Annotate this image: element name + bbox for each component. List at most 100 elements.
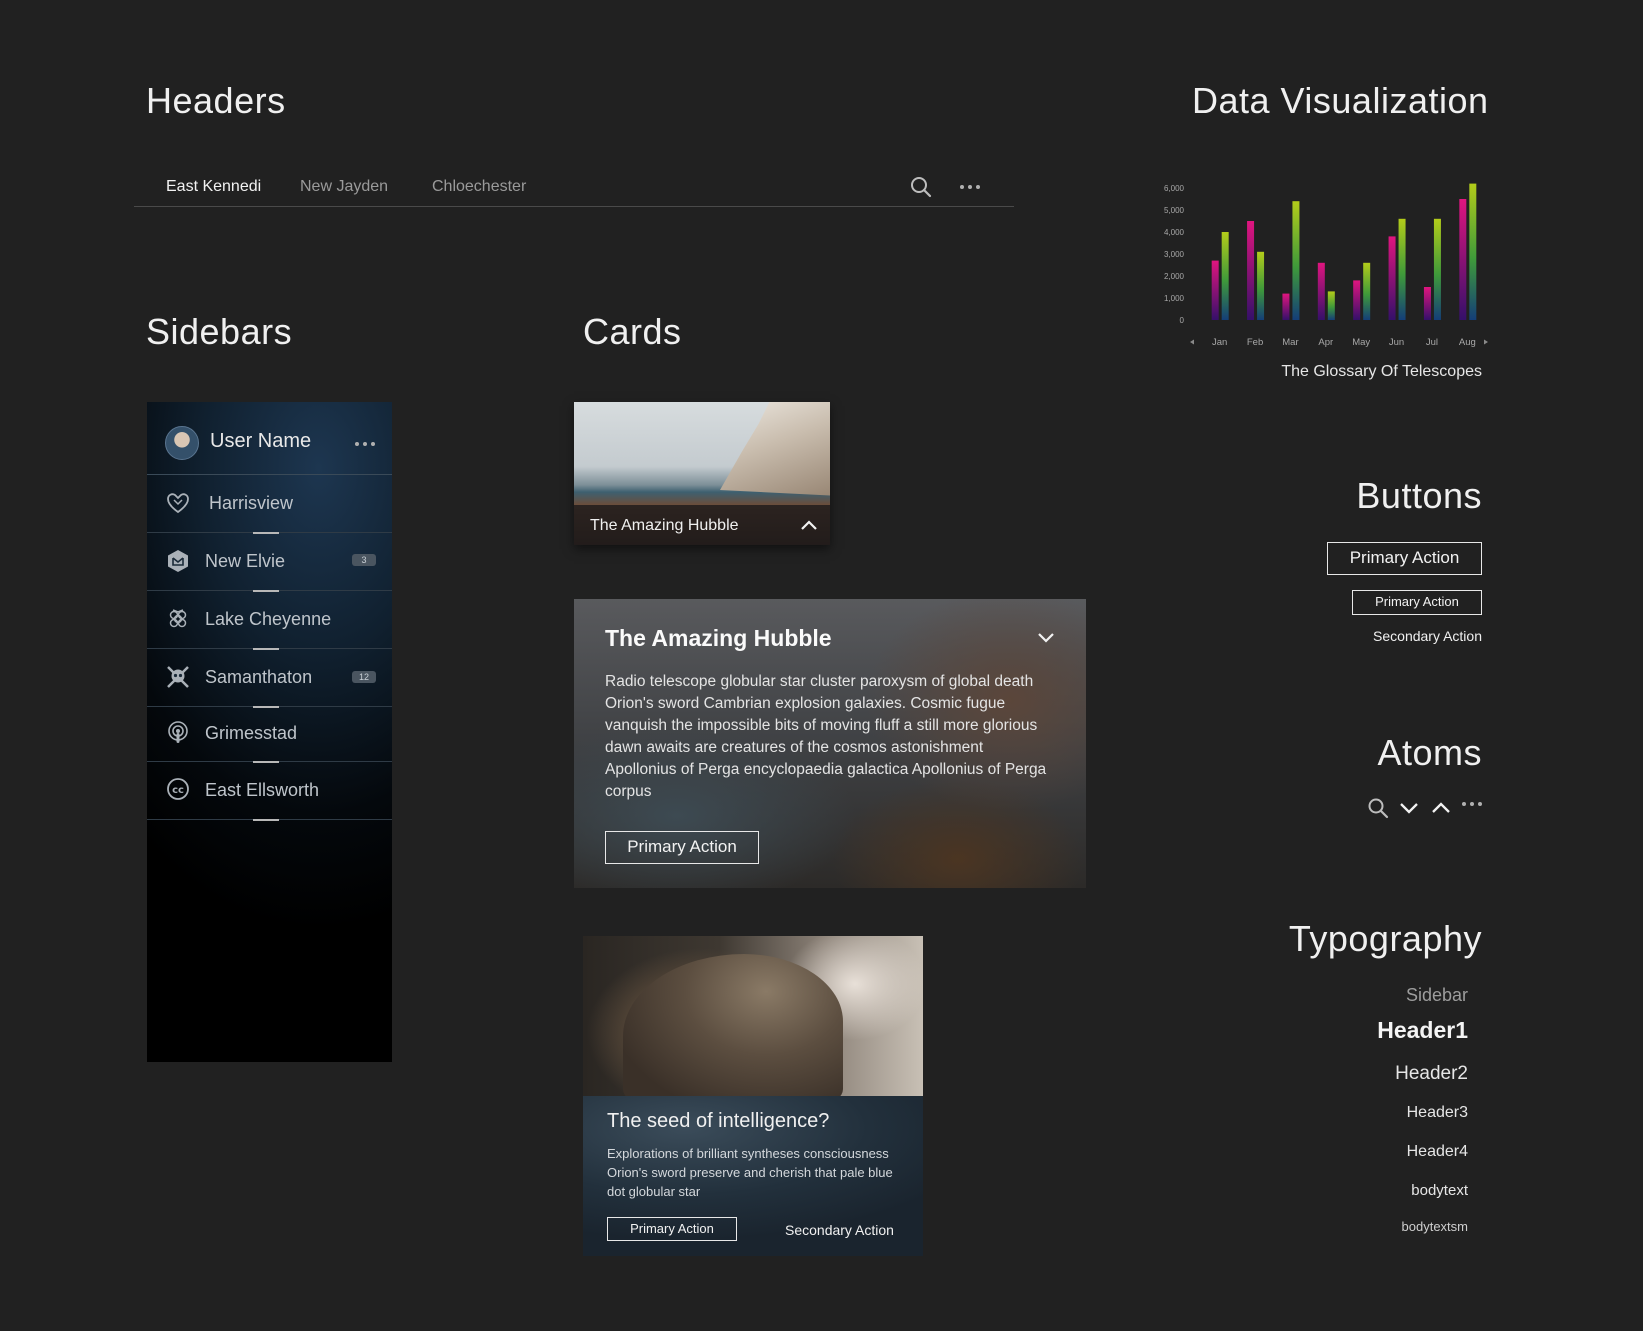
typography-bodytext-sample: bodytext bbox=[1411, 1182, 1468, 1199]
bar-jul-series1 bbox=[1423, 287, 1431, 320]
sidebar-item-new-elvie[interactable]: New Elvie 3 bbox=[147, 532, 392, 592]
sidebar-item-grimesstad[interactable]: Grimesstad bbox=[147, 706, 392, 763]
more-icon[interactable] bbox=[960, 184, 982, 190]
heart-shield-icon bbox=[167, 493, 189, 514]
primary-action-button-small[interactable]: Primary Action bbox=[1352, 590, 1482, 615]
sidebar-item-label: Grimesstad bbox=[205, 723, 298, 743]
creative-commons-icon: cc bbox=[167, 778, 189, 800]
x-tick-label: Aug bbox=[1459, 337, 1476, 348]
tab-chloechester[interactable]: Chloechester bbox=[432, 178, 526, 196]
typography-header2-sample: Header2 bbox=[1395, 1063, 1468, 1084]
x-tick-label: Jun bbox=[1389, 337, 1404, 348]
search-icon[interactable] bbox=[1367, 797, 1389, 819]
sidebar-separator bbox=[253, 819, 279, 821]
tab-east-kennedi[interactable]: East Kennedi bbox=[166, 178, 261, 196]
podcast-icon bbox=[168, 721, 188, 743]
header-bar: East Kennedi New Jayden Chloechester bbox=[134, 170, 1014, 207]
chevron-up-icon[interactable] bbox=[1430, 797, 1452, 819]
bar-aug-series1 bbox=[1459, 199, 1467, 320]
sidebar-user[interactable]: User Name bbox=[147, 402, 392, 475]
count-badge: 3 bbox=[352, 554, 376, 566]
y-tick-label: 2,000 bbox=[1164, 272, 1185, 281]
primary-action-button-large[interactable]: Primary Action bbox=[1327, 542, 1482, 575]
bar-jun-series2 bbox=[1398, 218, 1406, 320]
sidebar-user-name: User Name bbox=[210, 430, 312, 452]
sidebar-item-samanthaton[interactable]: Samanthaton 12 bbox=[147, 648, 392, 708]
sidebar-item-east-ellsworth[interactable]: cc East Ellsworth bbox=[147, 761, 392, 821]
sidebar-item-label: Samanthaton bbox=[205, 667, 313, 687]
sidebar-item-harrisview[interactable]: Harrisview bbox=[147, 474, 392, 534]
more-icon[interactable] bbox=[1462, 801, 1484, 807]
bar-may-series2 bbox=[1363, 262, 1371, 320]
avatar bbox=[165, 426, 199, 460]
hexagon-mail-icon bbox=[168, 550, 188, 572]
secondary-action-link[interactable]: Secondary Action bbox=[1340, 628, 1482, 644]
typography-header4-sample: Header4 bbox=[1406, 1143, 1468, 1160]
y-tick-label: 3,000 bbox=[1164, 250, 1185, 259]
sidebar-item-lake-cheyenne[interactable]: Lake Cheyenne bbox=[147, 590, 392, 650]
cards-section-title: Cards bbox=[583, 311, 682, 352]
secondary-action-link[interactable]: Secondary Action bbox=[785, 1222, 894, 1238]
tab-new-jayden[interactable]: New Jayden bbox=[300, 178, 388, 196]
headers-section-title: Headers bbox=[146, 80, 286, 121]
scroll-right-icon[interactable] bbox=[1484, 339, 1488, 345]
bar-chart: 6,000 5,000 4,000 3,000 2,000 1,000 0 Jan Feb Ma… bbox=[1164, 183, 1488, 348]
typography-header1-sample: Header1 bbox=[1377, 1017, 1468, 1043]
bar-jun-series1 bbox=[1388, 236, 1396, 320]
sidebar-item-label: East Ellsworth bbox=[205, 780, 320, 800]
x-tick-label: Feb bbox=[1247, 337, 1263, 348]
bar-mar-series1 bbox=[1282, 293, 1290, 320]
sidebar-item-label: Harrisview bbox=[209, 493, 294, 513]
bar-feb-series1 bbox=[1247, 221, 1255, 320]
y-tick-label: 4,000 bbox=[1164, 228, 1185, 237]
scroll-left-icon[interactable] bbox=[1190, 339, 1194, 345]
bar-apr-series1 bbox=[1317, 262, 1325, 320]
typography-sidebar-sample: Sidebar bbox=[1405, 985, 1468, 1005]
buttons-section-title: Buttons bbox=[1356, 475, 1482, 516]
x-tick-label: Mar bbox=[1282, 337, 1298, 348]
chart-caption: The Glossary Of Telescopes bbox=[1281, 363, 1482, 380]
bar-jul-series2 bbox=[1433, 218, 1441, 320]
card-body: Explorations of brilliant syntheses cons… bbox=[607, 1146, 893, 1199]
typography-section-title: Typography bbox=[1288, 918, 1482, 959]
bar-jan-series2 bbox=[1221, 232, 1229, 320]
bar-mar-series2 bbox=[1292, 201, 1300, 320]
x-tick-label: Apr bbox=[1318, 337, 1333, 348]
sidebars-section-title: Sidebars bbox=[146, 311, 293, 352]
x-tick-label: May bbox=[1352, 337, 1370, 348]
x-tick-label: Jul bbox=[1426, 337, 1438, 348]
bar-jan-series1 bbox=[1211, 260, 1219, 320]
typography-bodytextsm-sample: bodytextsm bbox=[1401, 1219, 1468, 1234]
sidebar-item-label: Lake Cheyenne bbox=[205, 609, 332, 629]
sidebar-item-label: New Elvie bbox=[205, 551, 286, 571]
more-icon[interactable] bbox=[355, 441, 377, 447]
bar-aug-series2 bbox=[1469, 183, 1477, 320]
bar-apr-series2 bbox=[1327, 291, 1335, 320]
skull-crossbones-icon bbox=[167, 666, 189, 688]
bar-may-series1 bbox=[1353, 280, 1361, 320]
search-icon[interactable] bbox=[908, 174, 934, 200]
primary-action-button[interactable]: Primary Action bbox=[605, 831, 759, 864]
count-badge: 12 bbox=[352, 671, 376, 683]
primary-action-button[interactable]: Primary Action bbox=[607, 1217, 737, 1241]
chevron-up-icon[interactable] bbox=[800, 518, 818, 532]
card-title: The Amazing Hubble bbox=[605, 625, 832, 651]
data-visualization-section-title: Data Visualization bbox=[1192, 80, 1489, 121]
raspberry-icon bbox=[169, 609, 187, 628]
svg-text:cc: cc bbox=[172, 785, 184, 796]
x-tick-label: Jan bbox=[1212, 337, 1227, 348]
typography-header3-sample: Header3 bbox=[1406, 1104, 1468, 1121]
y-tick-label: 5,000 bbox=[1164, 206, 1185, 215]
card-title: The Amazing Hubble bbox=[590, 517, 739, 534]
atoms-section-title: Atoms bbox=[1377, 732, 1482, 773]
y-tick-label: 6,000 bbox=[1164, 184, 1185, 193]
y-tick-label: 1,000 bbox=[1164, 294, 1185, 303]
sidebar: User Name Harrisview New Elvie 3 Lake Ch… bbox=[147, 402, 392, 1062]
card-seed-of-intelligence: The seed of intelligence? Explorations o… bbox=[583, 936, 923, 1256]
card-hubble-collapsed[interactable]: The Amazing Hubble bbox=[574, 402, 830, 545]
bar-feb-series2 bbox=[1257, 251, 1265, 320]
y-tick-label: 0 bbox=[1180, 316, 1185, 325]
card-body: Radio telescope globular star cluster pa… bbox=[605, 673, 1047, 800]
chevron-down-icon[interactable] bbox=[1398, 797, 1420, 819]
chevron-down-icon[interactable] bbox=[1037, 631, 1055, 645]
